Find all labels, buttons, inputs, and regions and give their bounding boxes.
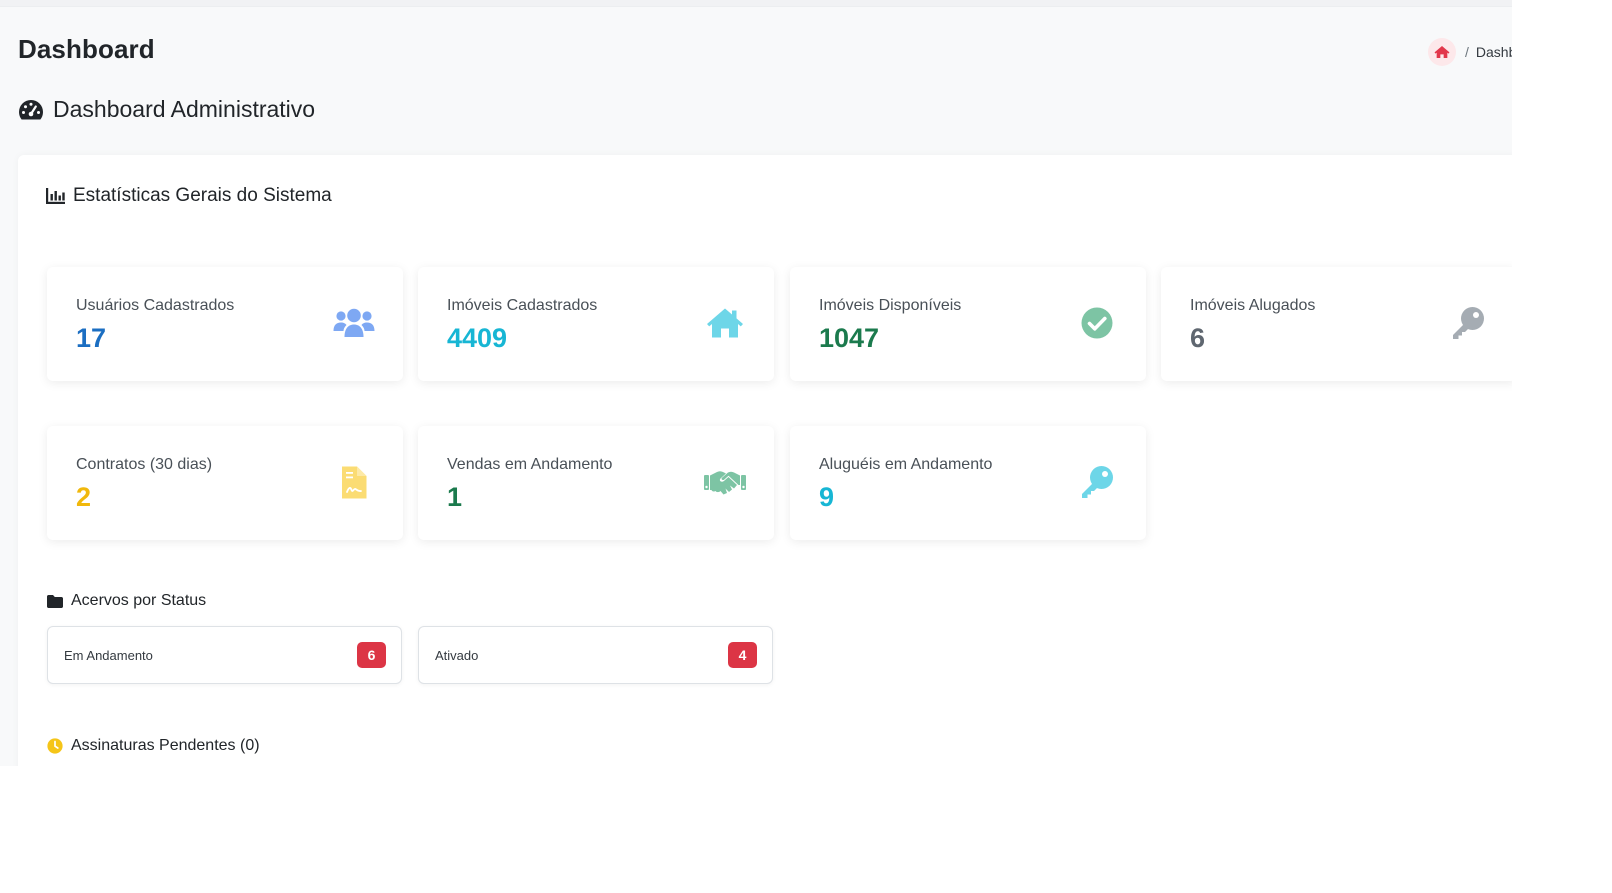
stat-card-imoveis-alugados[interactable]: Imóveis Alugados 6 — [1161, 267, 1512, 381]
acervo-status-em-andamento[interactable]: Em Andamento 6 — [47, 626, 402, 684]
assinaturas-title-text: Assinaturas Pendentes (0) — [71, 737, 260, 754]
stat-card-imoveis-cadastrados[interactable]: Imóveis Cadastrados 4409 — [418, 267, 774, 381]
stat-card-contratos[interactable]: Contratos (30 dias) 2 — [47, 426, 403, 540]
stat-card-usuarios[interactable]: Usuários Cadastrados 17 — [47, 267, 403, 381]
home-icon — [1434, 46, 1450, 58]
acervos-title: Acervos por Status — [47, 592, 206, 610]
breadcrumb-current: Dashb — [1475, 44, 1512, 60]
stat-card-vendas[interactable]: Vendas em Andamento 1 — [418, 426, 774, 540]
stats-panel: Estatísticas Gerais do Sistema Usuários … — [18, 155, 1512, 766]
users-icon — [333, 305, 375, 341]
acervo-status-ativado[interactable]: Ativado 4 — [418, 626, 773, 684]
assinaturas-title: Assinaturas Pendentes (0) — [47, 737, 260, 755]
section-title-text: Dashboard Administrativo — [53, 96, 316, 122]
status-count-badge: 4 — [728, 642, 757, 668]
status-name: Ativado — [435, 647, 479, 663]
file-contract-icon — [333, 464, 375, 500]
status-count-badge: 6 — [357, 642, 386, 668]
breadcrumb-home-link[interactable] — [1428, 38, 1456, 66]
home-icon — [704, 305, 746, 341]
tachometer-icon — [19, 99, 43, 119]
stats-panel-title-text: Estatísticas Gerais do Sistema — [73, 185, 332, 206]
clock-icon — [47, 738, 63, 754]
stat-card-alugueis[interactable]: Aluguéis em Andamento 9 — [790, 426, 1146, 540]
key-icon — [1076, 464, 1118, 500]
page-title: Dashboard — [18, 34, 155, 64]
handshake-icon — [704, 464, 746, 500]
check-circle-icon — [1076, 305, 1118, 341]
topbar-strip — [0, 0, 1512, 7]
stats-panel-title: Estatísticas Gerais do Sistema — [46, 185, 332, 207]
dashboard-viewport: Dashboard / Dashb Dashboard Administrati… — [0, 0, 1512, 766]
status-name: Em Andamento — [64, 647, 153, 663]
key-icon — [1447, 305, 1489, 341]
breadcrumb-separator: / — [1465, 44, 1469, 60]
folder-icon — [47, 594, 63, 608]
breadcrumb: / Dashb — [1428, 38, 1512, 66]
stat-card-imoveis-disponiveis[interactable]: Imóveis Disponíveis 1047 — [790, 267, 1146, 381]
section-title: Dashboard Administrativo — [18, 96, 315, 123]
acervos-title-text: Acervos por Status — [71, 592, 207, 609]
bar-chart-icon — [46, 188, 65, 204]
